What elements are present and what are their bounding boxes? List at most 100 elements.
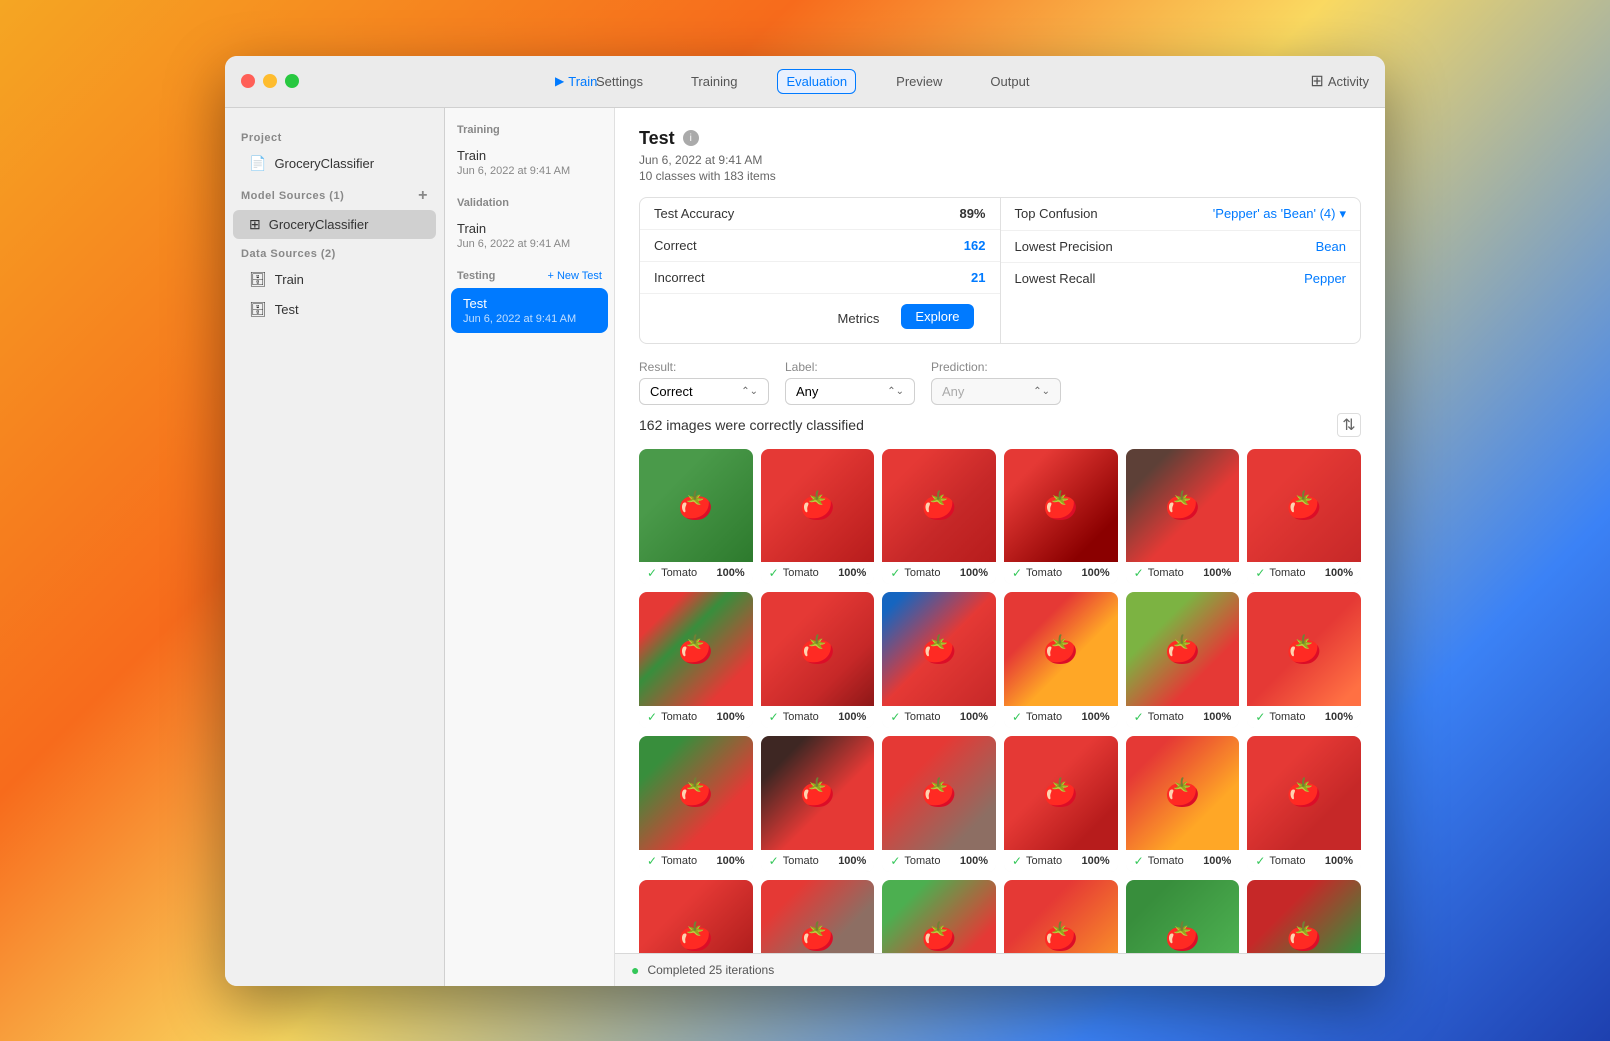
list-item-train[interactable]: Train Jun 6, 2022 at 9:41 AM [445,140,614,185]
lowest-recall-value[interactable]: Pepper [1304,271,1346,286]
image-cell[interactable]: 🍅✓Tomato100% [1004,736,1118,872]
image-label-name: ✓Tomato [1012,854,1062,868]
image-class-label: Tomato [1148,711,1184,723]
image-label-name: ✓Tomato [1255,854,1305,868]
label-filter-select[interactable]: Any ⌃⌄ [785,378,915,405]
model-sources-header: Model Sources (1) + [225,179,444,209]
lowest-precision-row: Lowest Precision Bean [1001,231,1361,263]
image-label-row: ✓Tomato100% [1126,562,1240,584]
image-cell[interactable]: 🍅✓Tomato100% [1126,449,1240,585]
image-thumbnail: 🍅 [639,449,753,563]
image-label-name: ✓Tomato [647,854,697,868]
image-confidence: 100% [960,567,988,579]
check-icon: ✓ [1134,566,1144,580]
image-label-row: ✓Tomato100% [1004,850,1118,872]
image-confidence: 100% [838,711,866,723]
eval-header: Test i [639,128,1361,149]
lowest-precision-value[interactable]: Bean [1316,239,1346,254]
image-cell[interactable]: 🍅✓Tomato100% [761,592,875,728]
correct-value: 162 [964,238,986,253]
image-cell[interactable]: 🍅✓Tomato100% [882,880,996,953]
image-confidence: 100% [1203,567,1231,579]
image-label-name: ✓Tomato [890,710,940,724]
tab-settings[interactable]: Settings [588,70,651,93]
image-label-row: ✓Tomato100% [1004,562,1118,584]
label-chevron-icon: ⌃⌄ [887,386,904,397]
image-cell[interactable]: 🍅✓Tomato100% [882,592,996,728]
image-cell[interactable]: 🍅✓Tomato100% [1126,592,1240,728]
image-cell[interactable]: 🍅✓Tomato100% [639,880,753,953]
close-button[interactable] [241,74,255,88]
right-area: Training Train Jun 6, 2022 at 9:41 AM Va… [445,108,1385,986]
result-filter-label: Result: [639,360,769,374]
image-cell[interactable]: 🍅✓Tomato100% [1004,449,1118,585]
image-cell[interactable]: 🍅✓Tomato100% [761,880,875,953]
top-confusion-dropdown[interactable]: 'Pepper' as 'Bean' (4) ▾ [1213,206,1346,222]
image-cell[interactable]: 🍅✓Tomato100% [1004,880,1118,953]
new-test-button[interactable]: + New Test [547,270,602,282]
image-cell[interactable]: 🍅✓Tomato100% [761,449,875,585]
sort-button[interactable]: ⇅ [1337,413,1361,437]
image-class-label: Tomato [904,855,940,867]
check-icon: ✓ [1012,710,1022,724]
image-cell[interactable]: 🍅✓Tomato100% [639,736,753,872]
testing-section-header: Testing + New Test [445,266,614,286]
check-icon: ✓ [647,566,657,580]
tab-training[interactable]: Training [683,70,745,93]
prediction-filter-group: Prediction: Any ⌃⌄ [931,360,1061,405]
sidebar-item-train[interactable]: 🗄 Train [233,265,436,294]
image-label-row: ✓Tomato100% [761,706,875,728]
image-cell[interactable]: 🍅✓Tomato100% [1247,449,1361,585]
image-label-row: ✓Tomato100% [1126,706,1240,728]
image-cell[interactable]: 🍅✓Tomato100% [639,592,753,728]
list-item-train-title: Train [457,148,602,163]
sidebar-item-model[interactable]: ⊞ GroceryClassifier [233,210,436,239]
activity-button[interactable]: ⊞ Activity [1310,71,1369,91]
maximize-button[interactable] [285,74,299,88]
image-thumbnail: 🍅 [1126,592,1240,706]
titlebar: ▶ Train Settings Training Evaluation Pre… [225,56,1385,108]
image-label-row: ✓Tomato100% [1247,706,1361,728]
image-cell[interactable]: 🍅✓Tomato100% [1126,880,1240,953]
check-icon: ✓ [890,710,900,724]
check-icon: ✓ [1012,854,1022,868]
image-cell[interactable]: 🍅✓Tomato100% [1247,880,1361,953]
check-icon: ✓ [769,566,779,580]
image-thumbnail: 🍅 [639,592,753,706]
image-cell[interactable]: 🍅✓Tomato100% [639,449,753,585]
top-confusion-label: Top Confusion [1015,206,1098,221]
eval-title: Test [639,128,675,149]
train-button[interactable]: ▶ Train [555,74,597,89]
list-item-test[interactable]: Test Jun 6, 2022 at 9:41 AM [451,288,608,333]
project-label: Project [225,124,444,148]
image-cell[interactable]: 🍅✓Tomato100% [1126,736,1240,872]
explore-button[interactable]: Explore [901,304,973,329]
check-icon: ✓ [890,854,900,868]
image-cell[interactable]: 🍅✓Tomato100% [882,736,996,872]
eval-panel: Test i Jun 6, 2022 at 9:41 AM 10 classes… [615,108,1385,953]
image-thumbnail: 🍅 [761,736,875,850]
tab-output[interactable]: Output [982,70,1037,93]
minimize-button[interactable] [263,74,277,88]
image-cell[interactable]: 🍅✓Tomato100% [882,449,996,585]
list-item-validation[interactable]: Train Jun 6, 2022 at 9:41 AM [445,213,614,258]
image-cell[interactable]: 🍅✓Tomato100% [761,736,875,872]
image-confidence: 100% [717,711,745,723]
tab-evaluation[interactable]: Evaluation [777,69,856,94]
image-label-name: ✓Tomato [647,566,697,580]
list-item-validation-title: Train [457,221,602,236]
tab-preview[interactable]: Preview [888,70,950,93]
sidebar-item-project[interactable]: 📄 GroceryClassifier [233,149,436,178]
image-cell[interactable]: 🍅✓Tomato100% [1004,592,1118,728]
result-filter-group: Result: Correct ⌃⌄ [639,360,769,405]
image-confidence: 100% [1203,711,1231,723]
image-cell[interactable]: 🍅✓Tomato100% [1247,736,1361,872]
image-label-name: ✓Tomato [1255,566,1305,580]
image-cell[interactable]: 🍅✓Tomato100% [1247,592,1361,728]
info-icon[interactable]: i [683,130,699,146]
add-model-source-button[interactable]: + [418,187,428,205]
metrics-button[interactable]: Metrics [824,300,894,337]
prediction-chevron-icon: ⌃⌄ [1033,386,1050,397]
sidebar-item-test[interactable]: 🗄 Test [233,295,436,324]
result-filter-select[interactable]: Correct ⌃⌄ [639,378,769,405]
